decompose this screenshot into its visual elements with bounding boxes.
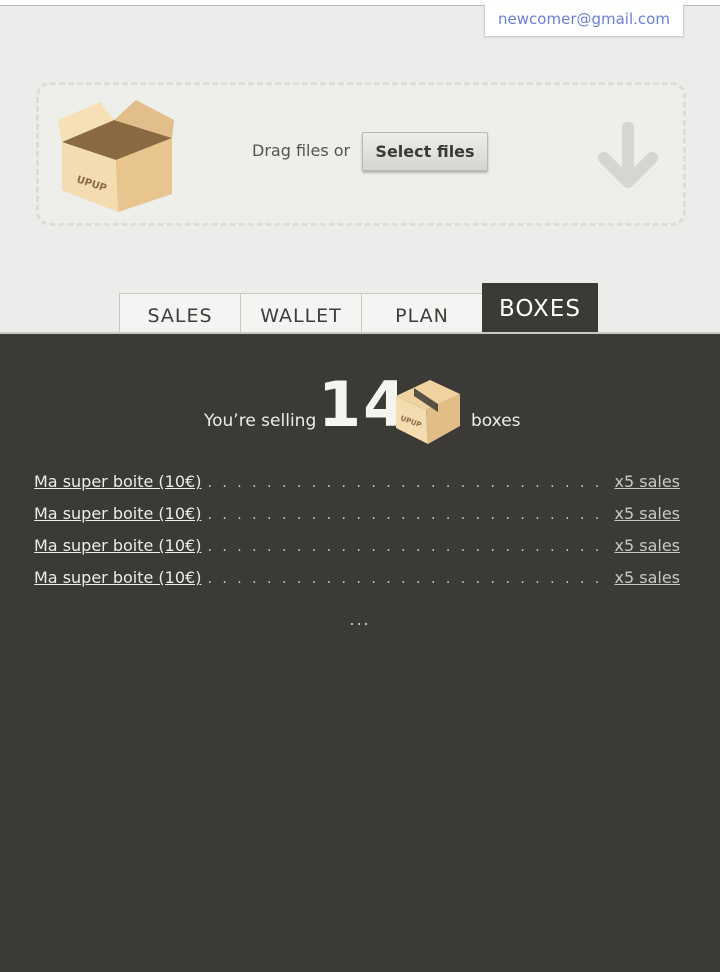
product-list: Ma super boite (10€) . . . . . . . . . .… bbox=[34, 472, 680, 600]
select-files-button[interactable]: Select files bbox=[362, 132, 488, 171]
leader-dots: . . . . . . . . . . . . . . . . . . . . … bbox=[207, 571, 608, 587]
list-item: Ma super boite (10€) . . . . . . . . . .… bbox=[34, 472, 680, 504]
tab-plan[interactable]: PLAN bbox=[361, 293, 483, 334]
more-indicator: ... bbox=[349, 610, 371, 629]
selling-suffix: boxes bbox=[471, 411, 521, 431]
tab-bar: SALES WALLET PLAN BOXES bbox=[0, 282, 720, 334]
user-email-link[interactable]: newcomer@gmail.com bbox=[484, 4, 684, 37]
drag-files-text: Drag files or bbox=[252, 141, 351, 160]
selling-summary: You’re selling 14 UPUP boxes bbox=[0, 334, 720, 454]
tab-boxes[interactable]: BOXES bbox=[482, 283, 598, 334]
leader-dots: . . . . . . . . . . . . . . . . . . . . … bbox=[207, 475, 608, 491]
product-link[interactable]: Ma super boite (10€) bbox=[34, 504, 201, 523]
tab-wallet[interactable]: WALLET bbox=[240, 293, 362, 334]
product-link[interactable]: Ma super boite (10€) bbox=[34, 472, 201, 491]
open-box-icon: UPUP bbox=[58, 100, 174, 212]
list-item: Ma super boite (10€) . . . . . . . . . .… bbox=[34, 536, 680, 568]
sales-count-link[interactable]: x5 sales bbox=[615, 568, 681, 587]
leader-dots: . . . . . . . . . . . . . . . . . . . . … bbox=[207, 507, 608, 523]
tab-sales[interactable]: SALES bbox=[119, 293, 241, 334]
selling-prefix: You’re selling bbox=[204, 411, 317, 431]
boxes-panel: You’re selling 14 UPUP boxes Ma super bo… bbox=[0, 334, 720, 972]
arrow-down-icon bbox=[598, 122, 658, 188]
product-link[interactable]: Ma super boite (10€) bbox=[34, 568, 201, 587]
leader-dots: . . . . . . . . . . . . . . . . . . . . … bbox=[207, 539, 608, 555]
product-link[interactable]: Ma super boite (10€) bbox=[34, 536, 201, 555]
list-item: Ma super boite (10€) . . . . . . . . . .… bbox=[34, 568, 680, 600]
sales-count-link[interactable]: x5 sales bbox=[615, 504, 681, 523]
list-item: Ma super boite (10€) . . . . . . . . . .… bbox=[34, 504, 680, 536]
sales-count-link[interactable]: x5 sales bbox=[615, 472, 681, 491]
closed-box-icon: UPUP bbox=[396, 380, 460, 444]
sales-count-link[interactable]: x5 sales bbox=[615, 536, 681, 555]
